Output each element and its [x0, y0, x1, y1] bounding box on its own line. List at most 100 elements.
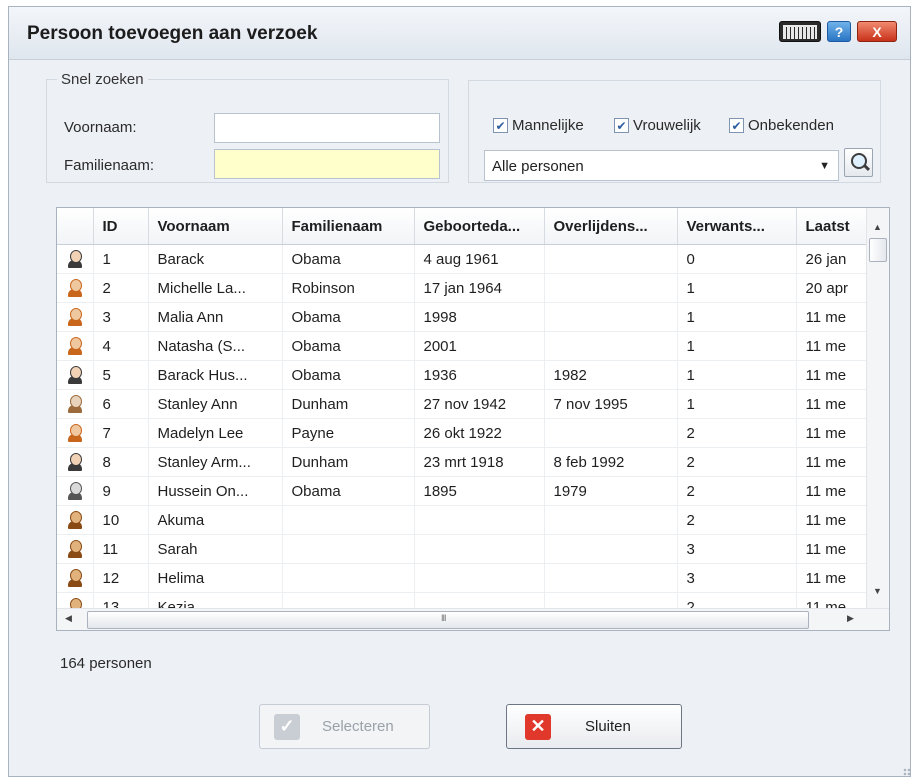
cell-last-name: Obama	[282, 331, 415, 361]
person-unknown-icon	[66, 510, 84, 530]
cell-first-name: Stanley Arm...	[148, 447, 283, 477]
cell-last-modified: 11 me	[796, 302, 867, 332]
cell-last-name	[282, 563, 415, 593]
table-row[interactable]: 4 Natasha (S... Obama 2001 1 11 me	[57, 331, 867, 361]
help-icon[interactable]: ?	[827, 21, 851, 42]
scroll-down-icon[interactable]: ▼	[873, 586, 882, 596]
cell-death-date	[544, 534, 678, 564]
column-header-birth-date[interactable]: Geboorteda...	[414, 208, 545, 245]
column-header-death-date[interactable]: Overlijdens...	[544, 208, 678, 245]
cell-last-name	[282, 592, 415, 608]
cell-gender-icon	[57, 418, 94, 448]
cell-last-modified: 11 me	[796, 505, 867, 535]
female-checkbox[interactable]: ✔ Vrouwelijk	[614, 117, 720, 134]
table-row[interactable]: 9 Hussein On... Obama 1895 1979 2 11 me	[57, 476, 867, 506]
cell-id: 10	[93, 505, 149, 535]
table-row[interactable]: 6 Stanley Ann Dunham 27 nov 1942 7 nov 1995 1…	[57, 389, 867, 419]
cell-gender-icon	[57, 476, 94, 506]
cell-birth-date: 1998	[414, 302, 545, 332]
cell-gender-icon	[57, 447, 94, 477]
cell-last-modified: 11 me	[796, 360, 867, 390]
scroll-grip: III	[441, 613, 446, 623]
column-header-relationship[interactable]: Verwants...	[677, 208, 797, 245]
cell-birth-date: 2001	[414, 331, 545, 361]
column-header-id[interactable]: ID	[93, 208, 149, 245]
cell-id: 7	[93, 418, 149, 448]
cell-last-name: Dunham	[282, 389, 415, 419]
cell-last-modified: 11 me	[796, 476, 867, 506]
cell-gender-icon	[57, 563, 94, 593]
table-row[interactable]: 7 Madelyn Lee Payne 26 okt 1922 2 11 me	[57, 418, 867, 448]
horizontal-scrollbar[interactable]: ◀ III ▶	[57, 608, 889, 630]
vertical-scroll-thumb[interactable]	[869, 238, 887, 262]
search-button[interactable]	[844, 148, 873, 177]
chevron-down-icon: ▼	[819, 160, 830, 172]
cell-birth-date	[414, 592, 545, 608]
table-row[interactable]: 8 Stanley Arm... Dunham 23 mrt 1918 8 feb 19…	[57, 447, 867, 477]
cell-first-name: Natasha (S...	[148, 331, 283, 361]
cell-id: 9	[93, 476, 149, 506]
male-checkbox[interactable]: ✔ Mannelijke	[493, 117, 584, 134]
column-header-first-name[interactable]: Voornaam	[148, 208, 283, 245]
cell-birth-date: 1936	[414, 360, 545, 390]
table-row[interactable]: 3 Malia Ann Obama 1998 1 11 me	[57, 302, 867, 332]
scroll-left-icon[interactable]: ◀	[65, 613, 72, 624]
cell-birth-date	[414, 563, 545, 593]
cell-last-modified: 11 me	[796, 592, 867, 608]
select-button[interactable]: ✓ Selecteren	[259, 704, 430, 749]
cell-last-modified: 26 jan	[796, 244, 867, 274]
column-header-last-name[interactable]: Familienaam	[282, 208, 415, 245]
person-scope-value: Alle personen	[492, 158, 584, 175]
cell-id: 3	[93, 302, 149, 332]
column-header-icon[interactable]	[57, 208, 94, 245]
last-name-field[interactable]	[214, 149, 440, 179]
cell-birth-date: 4 aug 1961	[414, 244, 545, 274]
close-icon[interactable]: X	[857, 21, 897, 42]
horizontal-scroll-thumb[interactable]	[87, 611, 809, 629]
table-row[interactable]: 11 Sarah 3 11 me	[57, 534, 867, 564]
checkmark-icon: ✔	[493, 118, 508, 133]
resize-grip[interactable]	[903, 768, 911, 776]
cell-birth-date: 27 nov 1942	[414, 389, 545, 419]
person-male-icon	[66, 452, 84, 472]
table-row[interactable]: 1 Barack Obama 4 aug 1961 0 26 jan	[57, 244, 867, 274]
table-row[interactable]: 5 Barack Hus... Obama 1936 1982 1 11 me	[57, 360, 867, 390]
keyboard-icon[interactable]	[779, 21, 821, 42]
table-row[interactable]: 13 Kezia 2 11 me	[57, 592, 867, 608]
scroll-right-icon[interactable]: ▶	[847, 613, 854, 624]
cell-gender-icon	[57, 244, 94, 274]
unknown-checkbox[interactable]: ✔ Onbekenden	[729, 117, 834, 134]
cell-last-name: Payne	[282, 418, 415, 448]
cell-last-name	[282, 505, 415, 535]
cell-gender-icon	[57, 592, 94, 608]
cell-id: 5	[93, 360, 149, 390]
cell-birth-date	[414, 505, 545, 535]
close-button[interactable]: ✕ Sluiten	[506, 704, 682, 749]
person-scope-select[interactable]: Alle personen ▼	[484, 150, 839, 181]
cell-gender-icon	[57, 505, 94, 535]
table-row[interactable]: 2 Michelle La... Robinson 17 jan 1964 1 20 ap…	[57, 273, 867, 303]
close-button-label: Sluiten	[585, 718, 631, 735]
person-unknown-icon	[66, 539, 84, 559]
cell-relationship: 1	[677, 273, 797, 303]
cell-death-date	[544, 273, 678, 303]
cell-last-name: Dunham	[282, 447, 415, 477]
cell-death-date	[544, 418, 678, 448]
cell-relationship: 2	[677, 447, 797, 477]
scroll-up-icon[interactable]: ▲	[873, 222, 882, 232]
cell-relationship: 3	[677, 534, 797, 564]
person-female-icon	[66, 336, 84, 356]
table-row[interactable]: 10 Akuma 2 11 me	[57, 505, 867, 535]
first-name-field[interactable]	[214, 113, 440, 143]
table-row[interactable]: 12 Helima 3 11 me	[57, 563, 867, 593]
cell-last-name: Obama	[282, 360, 415, 390]
cell-death-date	[544, 505, 678, 535]
vertical-scrollbar[interactable]: ▲ ▼	[866, 208, 889, 608]
column-header-last-modified[interactable]: Laatst	[796, 208, 867, 245]
cell-first-name: Akuma	[148, 505, 283, 535]
person-female-icon	[66, 278, 84, 298]
cell-last-name: Obama	[282, 244, 415, 274]
cell-relationship: 1	[677, 389, 797, 419]
cell-birth-date	[414, 534, 545, 564]
male-checkbox-label: Mannelijke	[512, 117, 584, 134]
